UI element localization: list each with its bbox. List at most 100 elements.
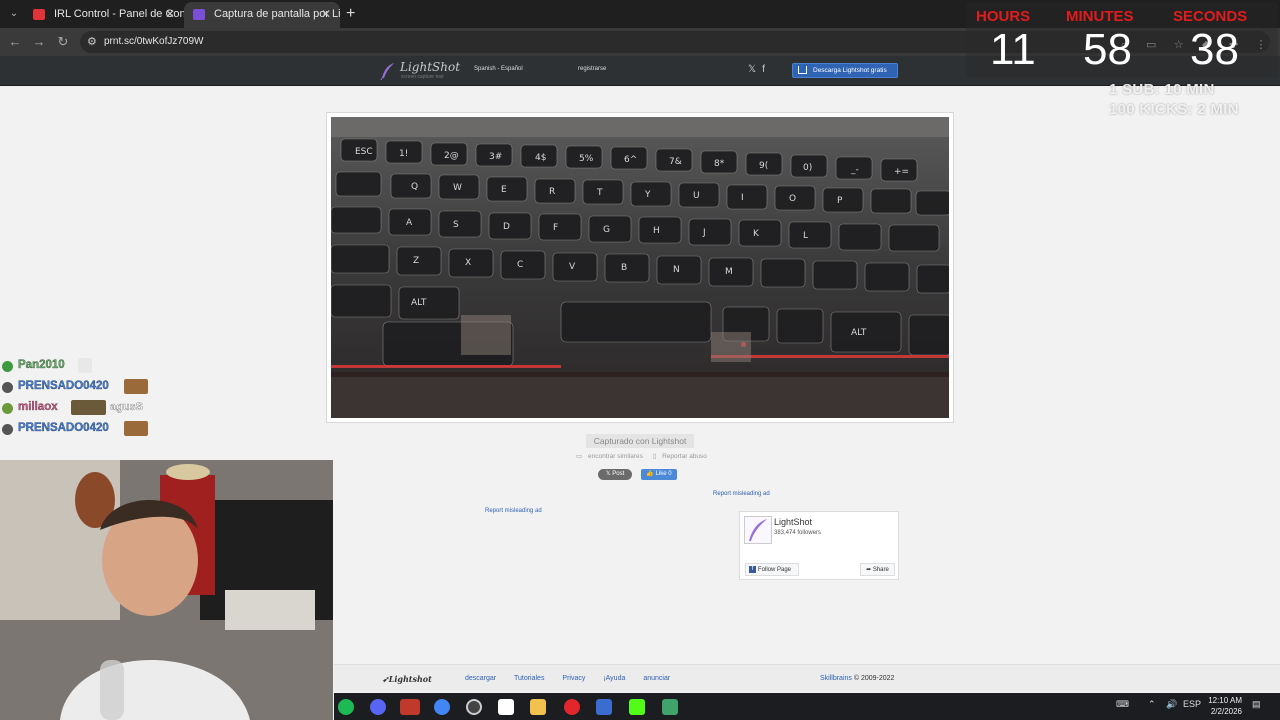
opera-icon[interactable] — [564, 699, 580, 715]
app2-icon[interactable] — [596, 699, 612, 715]
volume-icon[interactable]: 🔊 — [1166, 699, 1177, 710]
voicemod-icon[interactable] — [400, 699, 420, 715]
svg-text:H: H — [653, 226, 660, 236]
chat-username: millaox — [18, 401, 58, 413]
stack-icon[interactable] — [662, 699, 678, 715]
hours-value: 11 — [990, 25, 1036, 74]
chat-username: PRENSADO0420 — [18, 422, 109, 434]
captured-with-lightshot-label: Capturado con Lightshot — [586, 434, 694, 448]
emote-icon — [124, 421, 148, 436]
browser-tab-irl-control[interactable]: IRL Control - Panel de Control d ✕ — [24, 2, 184, 28]
svg-text:5%: 5% — [579, 154, 594, 164]
twitter-icon[interactable]: 𝕏 — [748, 64, 756, 75]
site-settings-icon[interactable]: ⚙ — [87, 31, 97, 53]
spotify-icon[interactable] — [338, 699, 354, 715]
tab-search-chevron-icon[interactable]: ⌄ — [6, 6, 22, 22]
keyboard-tray-icon[interactable]: ⌨ — [1116, 699, 1129, 710]
skillbrains-link[interactable]: Skillbrains — [820, 675, 852, 682]
close-tab-icon[interactable]: ✕ — [321, 2, 331, 26]
post-button[interactable]: 𝕏 Post — [598, 469, 632, 480]
discord-icon[interactable] — [370, 699, 386, 715]
kick-icon[interactable] — [629, 699, 645, 715]
close-tab-icon[interactable]: ✕ — [165, 2, 175, 26]
svg-text:P: P — [837, 196, 843, 206]
facebook-icon[interactable]: f — [762, 64, 765, 75]
report-abuse-link[interactable]: ▯ Reportar abuso — [653, 453, 711, 460]
chat-username: PRENSADO0420 — [18, 380, 109, 392]
back-arrow-icon[interactable]: ← — [7, 34, 23, 50]
fb-followers-count: 383,474 followers — [774, 530, 822, 536]
folder-icon[interactable] — [530, 699, 546, 715]
svg-text:ALT: ALT — [851, 328, 867, 338]
download-lightshot-button[interactable]: Descarga Lightshot gratis — [792, 63, 898, 78]
webcam-feed — [0, 460, 333, 720]
report-misleading-ad-link[interactable]: Report misleading ad — [485, 508, 542, 514]
obs-icon[interactable] — [466, 699, 482, 715]
download-icon — [798, 66, 807, 74]
svg-text:C: C — [517, 260, 523, 270]
download-label: Descarga Lightshot gratis — [813, 67, 887, 74]
svg-text:G: G — [603, 225, 610, 235]
share-button[interactable]: ➦ Share — [860, 563, 895, 576]
svg-text:3#: 3# — [489, 152, 502, 162]
chat-message: Pan2010 — [2, 356, 202, 377]
footer-link-tutorials[interactable]: Tutoriales — [514, 675, 544, 682]
address-text: prnt.sc/0twKofJz709W — [104, 36, 204, 47]
svg-text:L: L — [803, 231, 808, 241]
reload-icon[interactable]: ↻ — [55, 34, 71, 50]
user-badge-icon — [2, 424, 13, 435]
footer-link-help[interactable]: ¡Ayuda — [603, 675, 625, 682]
lightshot-logo[interactable]: LightShot screen capture tool — [380, 60, 460, 82]
notifications-icon[interactable]: ▤ — [1252, 699, 1261, 710]
chat-message: millaox agusS — [2, 398, 202, 419]
browser-tab-lightshot[interactable]: Captura de pantalla por Lightsh ✕ — [184, 2, 340, 28]
like-button[interactable]: 👍 Like 0 — [641, 469, 677, 480]
svg-text:T: T — [596, 188, 603, 198]
system-clock[interactable]: 12:10 AM 2/2/2026 — [1202, 695, 1242, 717]
footer-link-advertise[interactable]: anunciar — [643, 675, 670, 682]
lightshot-page-avatar[interactable] — [744, 516, 772, 544]
chat-message: PRENSADO0420 — [2, 419, 202, 440]
feather-icon: ➶ — [382, 674, 389, 684]
language-indicator[interactable]: ESP — [1183, 699, 1201, 709]
register-link[interactable]: registrarse — [578, 66, 606, 72]
report-misleading-ad-link[interactable]: Report misleading ad — [713, 491, 770, 497]
fb-page-name[interactable]: LightShot — [774, 517, 812, 527]
chat-text: agusS — [110, 401, 144, 413]
find-similar-link[interactable]: ▭ encontrar similares — [576, 453, 647, 460]
svg-text:Y: Y — [644, 190, 651, 200]
svg-text:I: I — [741, 193, 744, 203]
language-select[interactable]: Spanish - Español — [474, 66, 523, 72]
svg-text:2@: 2@ — [444, 151, 459, 161]
footer-link-privacy[interactable]: Privacy — [562, 675, 585, 682]
forward-arrow-icon[interactable]: → — [31, 34, 47, 50]
footer-logo[interactable]: ➶Lightshot — [382, 674, 432, 684]
logo-name: LightShot — [400, 60, 461, 74]
svg-text:8*: 8* — [714, 159, 725, 169]
feather-icon — [749, 519, 767, 541]
screenshot-image[interactable]: ESC 1! 2@ 3# 4$ 5% 6^ 7& 8* 9(0) _- += Q W E R T Y U I O P A… — [331, 117, 949, 418]
promo-sub-line: 1 SUB: 10 MIN — [1109, 81, 1215, 98]
new-tab-button[interactable]: + — [346, 4, 360, 24]
facebook-page-widget: LightShot 383,474 followers f Follow Pag… — [739, 511, 899, 580]
follow-page-button[interactable]: f Follow Page — [745, 563, 799, 576]
seconds-value: 38 — [1190, 25, 1239, 74]
footer-link-download[interactable]: descargar — [465, 675, 496, 682]
svg-text:4$: 4$ — [535, 153, 546, 163]
svg-text:Q: Q — [411, 182, 418, 192]
app-icon[interactable] — [498, 699, 514, 715]
logo-tagline: screen capture tool — [401, 74, 444, 80]
chrome-icon[interactable] — [434, 699, 450, 715]
svg-text:X: X — [465, 258, 471, 268]
copyright: Skillbrains © 2009-2022 — [820, 675, 895, 682]
keyboard-photo: ESC 1! 2@ 3# 4$ 5% 6^ 7& 8* 9(0) _- += Q W E R T Y U I O P A… — [331, 117, 949, 418]
svg-text:V: V — [569, 262, 576, 272]
svg-text:U: U — [693, 191, 700, 201]
svg-text:ESC: ESC — [355, 147, 373, 157]
user-badge-icon — [2, 361, 13, 372]
social-links: 𝕏f — [748, 64, 771, 75]
show-hidden-icons-icon[interactable]: ⌃ — [1148, 699, 1156, 710]
svg-text:J: J — [702, 228, 706, 238]
svg-text:A: A — [406, 218, 413, 228]
subathon-timer: HOURS MINUTES SECONDS 11 58 38 — [966, 2, 1278, 78]
